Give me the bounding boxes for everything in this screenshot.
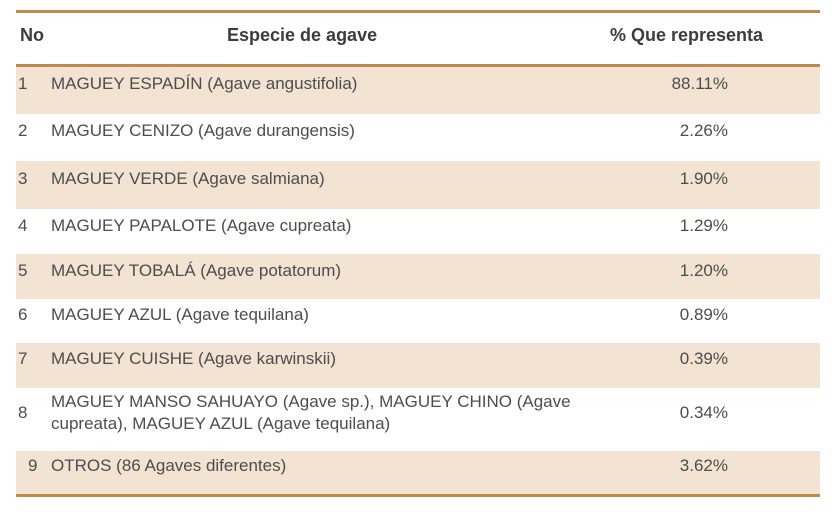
row-no: 6: [18, 305, 28, 324]
table-row: 9 OTROS (86 Agaves diferentes) 3.62%: [16, 451, 820, 494]
row-percent: 3.62%: [679, 456, 728, 475]
header-no: No: [20, 25, 44, 45]
header-percent: % Que representa: [610, 25, 764, 45]
row-species: MAGUEY CENIZO (Agave durangensis): [51, 121, 355, 140]
row-no: 9: [28, 456, 38, 475]
row-no: 8: [18, 403, 28, 422]
row-species: MAGUEY AZUL (Agave tequilana): [51, 305, 309, 324]
row-species: MAGUEY CUISHE (Agave karwinskii): [51, 349, 336, 368]
table-bottom-rule: [16, 494, 820, 497]
row-percent: 1.29%: [679, 216, 728, 235]
table-row: 5 MAGUEY TOBALÁ (Agave potatorum) 1.20%: [16, 254, 820, 299]
row-species: MAGUEY PAPALOTE (Agave cupreata): [51, 216, 352, 235]
row-percent: 2.26%: [679, 121, 728, 140]
table-row: 8 MAGUEY MANSO SAHUAYO (Agave sp.), MAGU…: [16, 388, 820, 451]
table-row: 3 MAGUEY VERDE (Agave salmiana) 1.90%: [16, 161, 820, 209]
row-no: 4: [18, 216, 28, 235]
header-species: Especie de agave: [227, 25, 378, 45]
table-row: 2 MAGUEY CENIZO (Agave durangensis) 2.26…: [16, 114, 820, 161]
row-species: MAGUEY TOBALÁ (Agave potatorum): [51, 261, 342, 280]
row-species: MAGUEY ESPADÍN (Agave angustifolia): [51, 74, 358, 93]
row-species: MAGUEY VERDE (Agave salmiana): [51, 169, 325, 188]
row-species: MAGUEY MANSO SAHUAYO (Agave sp.), MAGUEY…: [51, 392, 571, 433]
agave-species-table: No Especie de agave % Que representa 1 M…: [16, 10, 820, 497]
row-no: 5: [18, 261, 28, 280]
table-row: 7 MAGUEY CUISHE (Agave karwinskii) 0.39%: [16, 343, 820, 388]
table-header: No Especie de agave % Que representa: [16, 13, 820, 64]
row-percent: 1.20%: [679, 261, 728, 280]
row-percent: 0.89%: [679, 305, 728, 324]
row-no: 7: [18, 349, 28, 368]
row-percent: 1.90%: [679, 169, 728, 188]
row-percent: 0.39%: [679, 349, 728, 368]
row-percent: 88.11%: [671, 74, 728, 93]
table-row: 4 MAGUEY PAPALOTE (Agave cupreata) 1.29%: [16, 209, 820, 254]
row-no: 2: [18, 121, 28, 140]
table-row: 1 MAGUEY ESPADÍN (Agave angustifolia) 88…: [16, 67, 820, 114]
row-no: 3: [18, 169, 28, 188]
table-row: 6 MAGUEY AZUL (Agave tequilana) 0.89%: [16, 299, 820, 343]
row-species: OTROS (86 Agaves diferentes): [51, 456, 287, 475]
row-percent: 0.34%: [679, 403, 728, 422]
row-no: 1: [18, 74, 28, 93]
